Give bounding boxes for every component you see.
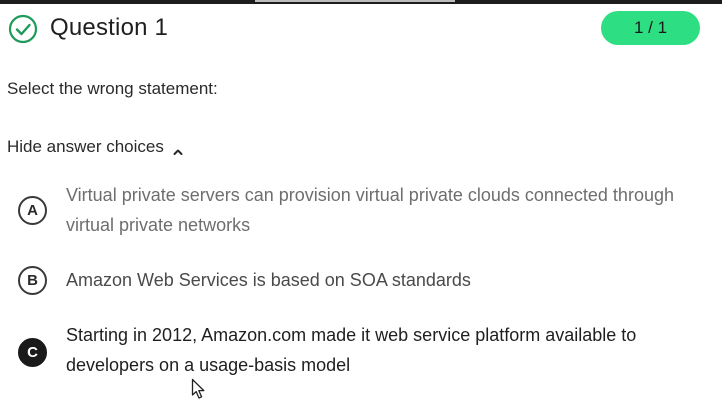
question-prompt: Select the wrong statement:: [7, 79, 218, 98]
choice-text: Starting in 2012, Amazon.com made it web…: [66, 325, 637, 375]
choice-text: Virtual private servers can provision vi…: [66, 185, 674, 235]
question-title: Question 1: [50, 14, 169, 41]
choice-letter-badge: B: [18, 266, 47, 295]
toggle-label: Hide answer choices: [7, 137, 164, 156]
answer-choice-c[interactable]: C Starting in 2012, Amazon.com made it w…: [18, 320, 698, 380]
mouse-pointer-icon: [191, 378, 207, 400]
tab-strip-highlight: [255, 0, 455, 2]
choice-letter-badge: A: [18, 196, 47, 225]
check-circle-icon: [8, 14, 38, 44]
hide-answer-choices-toggle[interactable]: Hide answer choices: [7, 136, 184, 158]
choice-text: Amazon Web Services is based on SOA stan…: [66, 270, 471, 290]
choice-letter-badge-selected: C: [18, 338, 47, 367]
quiz-page: Question 1 1 / 1 Select the wrong statem…: [0, 0, 722, 405]
score-badge: 1 / 1: [601, 11, 700, 45]
answer-choice-a[interactable]: A Virtual private servers can provision …: [18, 180, 698, 240]
answer-choice-b[interactable]: B Amazon Web Services is based on SOA st…: [18, 264, 698, 296]
chevron-up-icon: [172, 142, 184, 155]
question-header: Question 1 1 / 1: [0, 4, 722, 50]
